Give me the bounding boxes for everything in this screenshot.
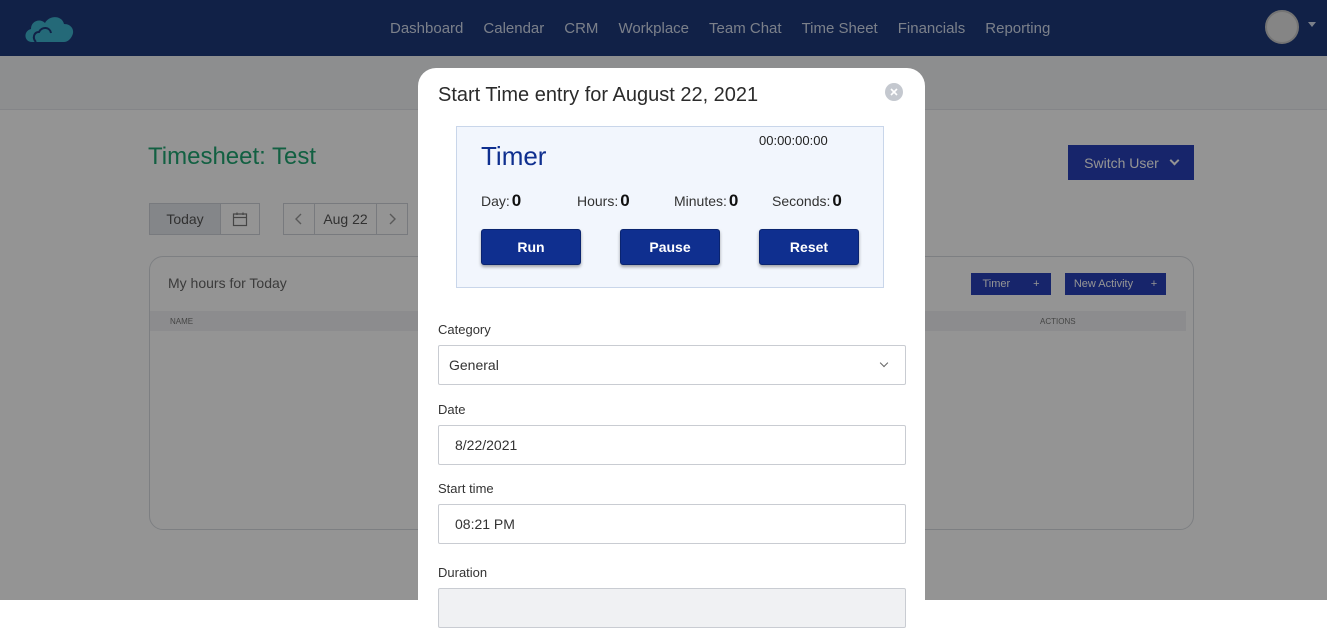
timer-day-value: 0 xyxy=(511,191,522,210)
timer-day: Day: 0 xyxy=(481,191,521,211)
timer-hours: Hours: 0 xyxy=(577,191,630,211)
close-modal-button[interactable] xyxy=(885,83,903,101)
timer-minutes: Minutes: 0 xyxy=(674,191,738,211)
timer-day-label: Day: xyxy=(481,193,510,209)
category-value: General xyxy=(449,357,499,373)
timer-panel: Timer 00:00:00:00 Day: 0 Hours: 0 Minute… xyxy=(456,126,884,288)
chevron-down-icon xyxy=(879,358,889,368)
date-label: Date xyxy=(438,402,466,417)
run-button[interactable]: Run xyxy=(481,229,581,265)
start-time-value: 08:21 PM xyxy=(455,516,515,532)
date-value: 8/22/2021 xyxy=(455,437,518,453)
close-icon xyxy=(890,88,898,96)
start-time-label: Start time xyxy=(438,481,494,496)
category-label: Category xyxy=(438,322,491,337)
timer-seconds-label: Seconds: xyxy=(772,193,831,209)
timer-seconds-value: 0 xyxy=(832,191,842,210)
reset-button[interactable]: Reset xyxy=(759,229,859,265)
category-select[interactable]: General xyxy=(438,345,906,385)
modal-title: Start Time entry for August 22, 2021 xyxy=(438,84,759,106)
pause-button[interactable]: Pause xyxy=(620,229,720,265)
timer-seconds: Seconds: 0 xyxy=(772,191,842,211)
start-time-field[interactable]: 08:21 PM xyxy=(438,504,906,544)
timer-hours-value: 0 xyxy=(620,191,630,210)
duration-field[interactable] xyxy=(438,588,906,628)
timer-minutes-label: Minutes: xyxy=(674,193,727,209)
start-time-entry-modal: Start Time entry for August 22, 2021 Tim… xyxy=(418,68,925,628)
timer-heading: Timer xyxy=(481,141,547,171)
date-field[interactable]: 8/22/2021 xyxy=(438,425,906,465)
timer-hours-label: Hours: xyxy=(577,193,619,209)
timer-minutes-value: 0 xyxy=(728,191,739,210)
timer-clock: 00:00:00:00 xyxy=(759,133,828,148)
duration-label: Duration xyxy=(438,565,488,580)
